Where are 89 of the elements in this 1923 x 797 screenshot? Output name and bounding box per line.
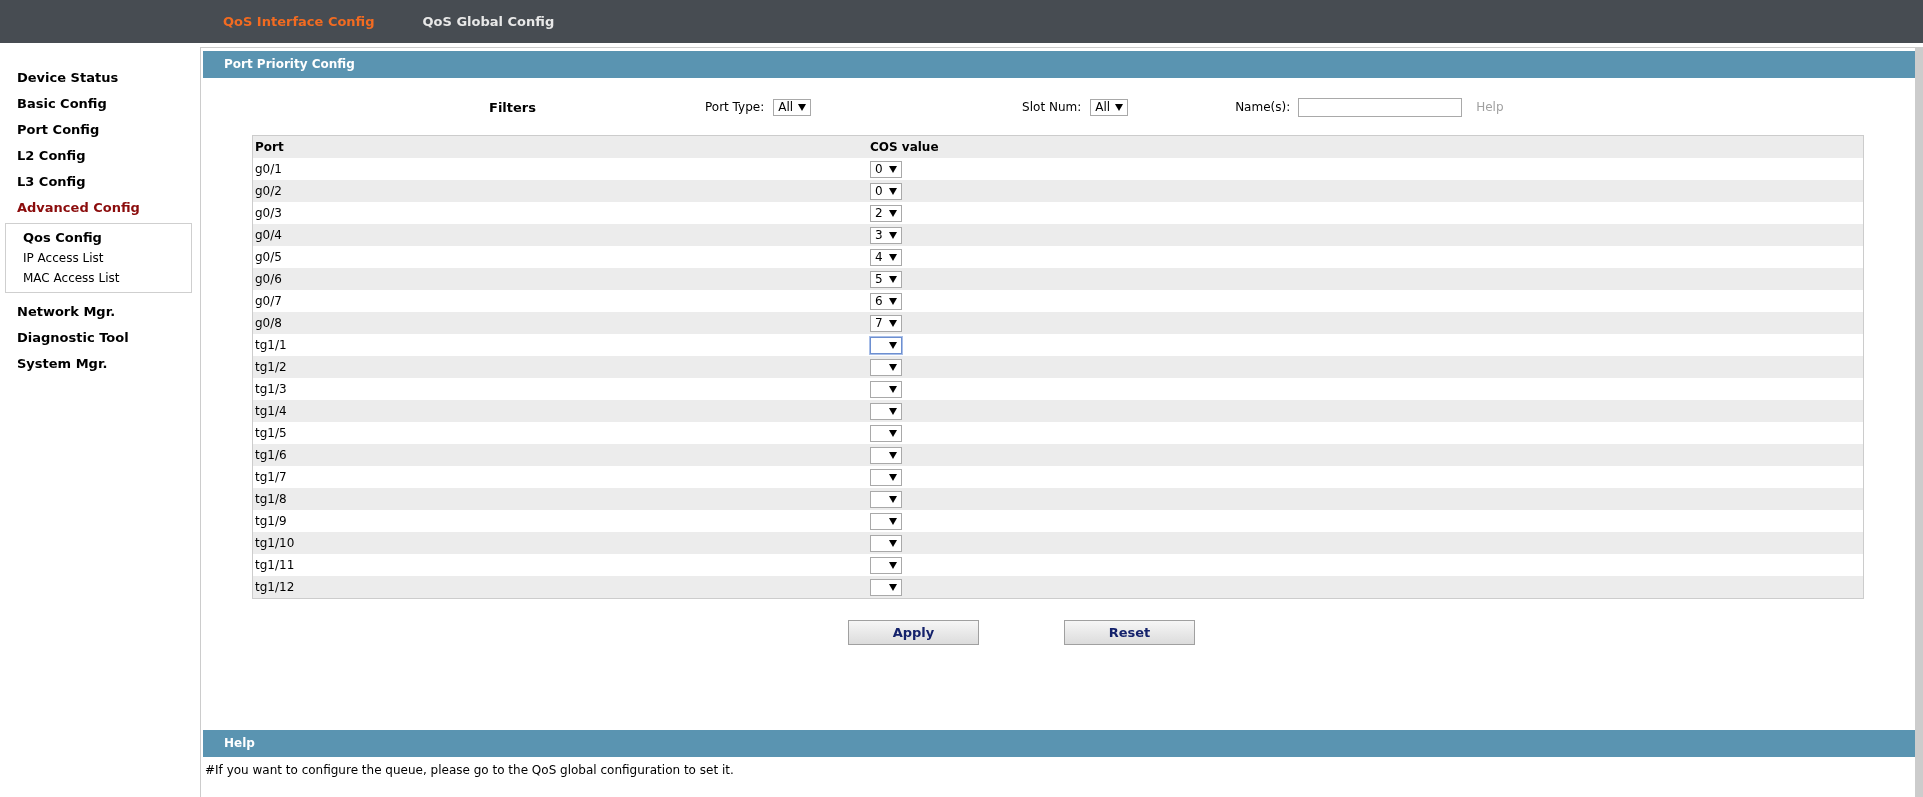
- dropdown-arrow-icon: [889, 429, 897, 437]
- port-cell-text: tg1/10: [255, 536, 296, 550]
- dropdown-arrow-icon: [889, 385, 897, 393]
- dropdown-arrow-icon: [889, 473, 897, 481]
- cos-select[interactable]: [870, 490, 902, 508]
- cos-select[interactable]: [870, 358, 902, 376]
- sidebar-item[interactable]: Network Mgr.: [0, 299, 200, 325]
- submenu-item[interactable]: MAC Access List: [23, 268, 191, 288]
- port-cell-text: tg1/8: [255, 492, 288, 506]
- port-cell-text: tg1/12: [255, 580, 296, 594]
- dropdown-arrow-icon: [889, 341, 897, 349]
- dropdown-arrow-icon: [889, 165, 897, 173]
- nav-tab[interactable]: QoS Global Config: [422, 14, 555, 29]
- panel-header: Port Priority Config: [203, 51, 1915, 78]
- sidebar-item[interactable]: Advanced Config: [0, 195, 200, 221]
- dropdown-arrow-icon: [889, 319, 897, 327]
- port-type-label: Port Type:: [705, 100, 765, 114]
- cos-select[interactable]: [870, 578, 902, 596]
- cos-select[interactable]: 0: [870, 182, 902, 200]
- port-cell-text: tg1/2: [255, 360, 288, 374]
- cos-select[interactable]: [870, 446, 902, 464]
- sidebar-item[interactable]: Diagnostic Tool: [0, 325, 200, 351]
- port-cell-text: g0/1: [255, 162, 283, 176]
- cos-select[interactable]: 7: [870, 314, 902, 332]
- dropdown-arrow-icon: [798, 103, 807, 111]
- cos-select[interactable]: [870, 424, 902, 442]
- sidebar-item[interactable]: Basic Config: [0, 91, 200, 117]
- port-cell-text: tg1/5: [255, 426, 288, 440]
- column-header: Port: [255, 140, 285, 154]
- port-cell-text: g0/4: [255, 228, 283, 242]
- cos-select[interactable]: 3: [870, 226, 902, 244]
- cos-select[interactable]: [870, 556, 902, 574]
- port-cell-text: tg1/3: [255, 382, 288, 396]
- dropdown-arrow-icon: [889, 209, 897, 217]
- sidebar-item[interactable]: Device Status: [0, 65, 200, 91]
- port-cell-text: g0/7: [255, 294, 283, 308]
- port-cell-text: tg1/6: [255, 448, 288, 462]
- cos-select[interactable]: [870, 380, 902, 398]
- dropdown-arrow-icon: [889, 451, 897, 459]
- cos-select[interactable]: [870, 512, 902, 530]
- dropdown-arrow-icon: [889, 517, 897, 525]
- dropdown-arrow-icon: [889, 561, 897, 569]
- submenu-item[interactable]: Qos Config: [23, 228, 191, 248]
- cos-select[interactable]: [870, 468, 902, 486]
- dropdown-arrow-icon: [889, 187, 897, 195]
- cos-select[interactable]: 2: [870, 204, 902, 222]
- names-label: Name(s):: [1235, 100, 1291, 114]
- action-button[interactable]: Reset: [1064, 620, 1195, 645]
- slot-num-select[interactable]: All: [1090, 98, 1129, 116]
- port-cell-text: tg1/7: [255, 470, 288, 484]
- cos-select[interactable]: 6: [870, 292, 902, 310]
- sidebar-item[interactable]: Port Config: [0, 117, 200, 143]
- dropdown-arrow-icon: [889, 231, 897, 239]
- dropdown-arrow-icon: [889, 253, 897, 261]
- sidebar-item[interactable]: L3 Config: [0, 169, 200, 195]
- cos-select[interactable]: [870, 402, 902, 420]
- action-button[interactable]: Apply: [848, 620, 979, 645]
- dropdown-arrow-icon: [889, 363, 897, 371]
- dropdown-arrow-icon: [889, 275, 897, 283]
- port-cell-text: tg1/1: [255, 338, 288, 352]
- submenu-item[interactable]: IP Access List: [23, 248, 191, 268]
- dropdown-arrow-icon: [889, 297, 897, 305]
- help-text: #If you want to configure the queue, please go to the QoS global configuration to set it.: [204, 762, 735, 779]
- cos-select[interactable]: 0: [870, 160, 902, 178]
- column-header: COS value: [870, 140, 939, 154]
- port-cell-text: g0/6: [255, 272, 283, 286]
- sidebar-item[interactable]: System Mgr.: [0, 351, 200, 377]
- dropdown-arrow-icon: [889, 407, 897, 415]
- port-cell-text: g0/3: [255, 206, 283, 220]
- port-cell-text: g0/5: [255, 250, 283, 264]
- cos-select[interactable]: [870, 336, 902, 354]
- port-cell-text: g0/8: [255, 316, 283, 330]
- dropdown-arrow-icon: [889, 583, 897, 591]
- port-cell-text: tg1/11: [255, 558, 296, 572]
- slot-num-label: Slot Num:: [1022, 100, 1082, 114]
- dropdown-arrow-icon: [889, 495, 897, 503]
- filters-label: Filters: [489, 99, 536, 115]
- dropdown-arrow-icon: [1115, 103, 1124, 111]
- port-cell-text: g0/2: [255, 184, 283, 198]
- cos-select[interactable]: 5: [870, 270, 902, 288]
- help-header: Help: [203, 730, 1915, 757]
- port-cell-text: tg1/9: [255, 514, 288, 528]
- names-input[interactable]: [1298, 97, 1463, 117]
- sidebar-item[interactable]: L2 Config: [0, 143, 200, 169]
- port-type-select[interactable]: All: [773, 98, 812, 116]
- cos-select[interactable]: 4: [870, 248, 902, 266]
- port-cell-text: tg1/4: [255, 404, 288, 418]
- cos-select[interactable]: [870, 534, 902, 552]
- dropdown-arrow-icon: [889, 539, 897, 547]
